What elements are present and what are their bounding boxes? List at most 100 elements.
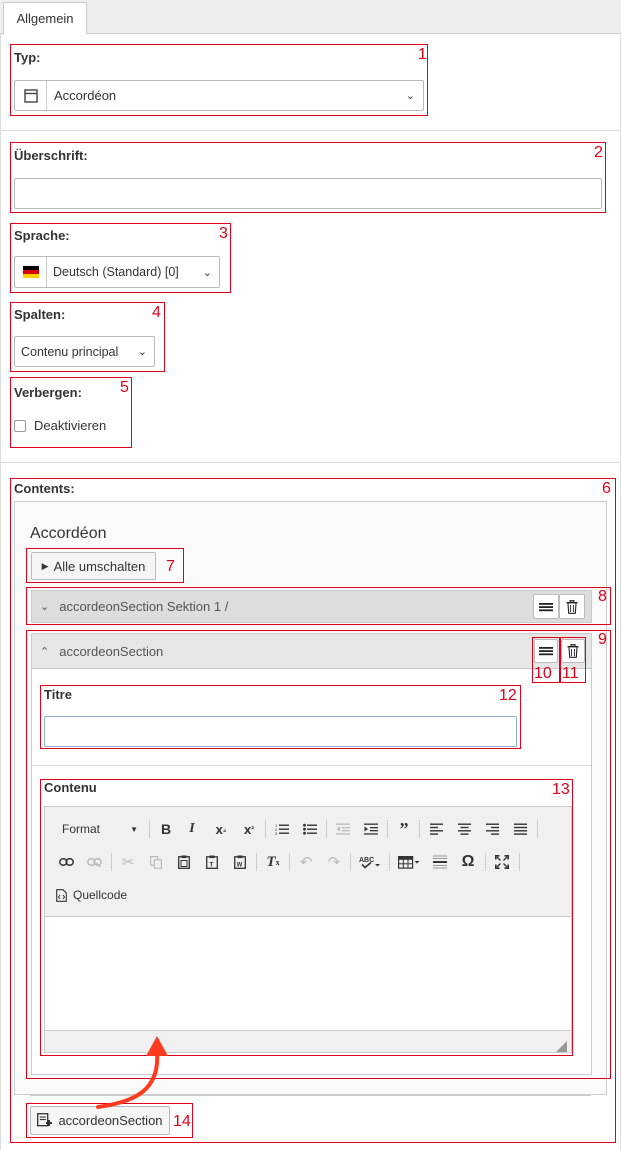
- bold-icon[interactable]: B: [155, 818, 177, 840]
- drag-handle-button[interactable]: [533, 594, 559, 619]
- toolbar-separator: [111, 853, 112, 871]
- ueberschrift-input[interactable]: [14, 178, 602, 209]
- accordion-title: Accordéon: [30, 525, 107, 542]
- chevron-down-icon: ⌄: [202, 266, 212, 279]
- trash-icon: [567, 644, 579, 658]
- annotation-arrow: [96, 1036, 168, 1109]
- toolbar-separator: [256, 853, 257, 871]
- remove-format-icon[interactable]: Tx: [262, 851, 284, 873]
- special-char-icon[interactable]: Ω: [457, 851, 479, 873]
- annotation-number-9: 9: [598, 631, 607, 648]
- subscript-icon[interactable]: x₂: [209, 818, 233, 840]
- deaktivieren-label: Deaktivieren: [34, 418, 107, 433]
- align-left-icon[interactable]: [425, 818, 447, 840]
- cut-icon[interactable]: ✂: [117, 851, 139, 873]
- delete-section-button[interactable]: [559, 594, 585, 619]
- table-icon[interactable]: [395, 851, 423, 873]
- format-dropdown[interactable]: Format ▼: [52, 816, 144, 842]
- delete-section-button[interactable]: [561, 639, 585, 663]
- sprache-select[interactable]: Deutsch (Standard) [0] ⌄: [14, 256, 220, 288]
- italic-icon[interactable]: I: [181, 818, 203, 840]
- svg-text:T: T: [209, 861, 213, 868]
- superscript-icon[interactable]: x²: [237, 818, 261, 840]
- accordion-type-icon: [15, 81, 47, 110]
- annotation-number-13: 13: [552, 781, 570, 798]
- toolbar-separator: [149, 820, 150, 838]
- unlink-icon[interactable]: [83, 851, 105, 873]
- chevron-down-icon: ⌄: [405, 90, 415, 102]
- annotation-number-8: 8: [598, 588, 607, 605]
- chevron-down-icon: ⌄: [40, 601, 50, 613]
- caret-down-icon: ▼: [130, 824, 138, 834]
- blockquote-icon[interactable]: ”: [393, 818, 415, 840]
- maximize-icon[interactable]: [491, 851, 513, 873]
- annotation-number-2: 2: [594, 144, 603, 161]
- divider: [0, 130, 621, 131]
- undo-icon[interactable]: ↶: [295, 851, 317, 873]
- typ-label: Typ:: [14, 50, 41, 65]
- ordered-list-icon[interactable]: 123: [271, 818, 293, 840]
- chevron-up-icon: ⌃: [40, 645, 50, 658]
- tab-bar: [0, 0, 621, 34]
- section-panel-2-header[interactable]: ⌃ accordeonSection: [31, 633, 592, 669]
- deaktivieren-checkbox[interactable]: [14, 420, 26, 432]
- divider: [0, 462, 621, 463]
- horizontal-rule-icon[interactable]: [429, 851, 451, 873]
- ueberschrift-label: Überschrift:: [14, 148, 88, 163]
- tab-allgemein[interactable]: Allgemein: [3, 2, 87, 35]
- typ-select[interactable]: Accordéon ⌄: [14, 80, 424, 111]
- drag-lines-icon: [539, 602, 553, 611]
- annotation-number-10: 10: [534, 665, 552, 682]
- verbergen-label: Verbergen:: [14, 385, 82, 400]
- svg-text:3: 3: [275, 831, 278, 835]
- toolbar-separator: [519, 853, 520, 871]
- trash-icon: [566, 599, 578, 614]
- spalten-select[interactable]: Contenu principal ⌄: [14, 336, 155, 367]
- align-center-icon[interactable]: [453, 818, 475, 840]
- caret-right-icon: ▶: [41, 560, 49, 571]
- indent-icon[interactable]: [360, 818, 382, 840]
- titre-label: Titre: [44, 687, 72, 702]
- align-right-icon[interactable]: [481, 818, 503, 840]
- divider: [32, 765, 591, 766]
- chevron-down-icon: ⌄: [137, 346, 147, 358]
- sprache-label: Sprache:: [14, 228, 70, 243]
- annotation-number-11: 11: [562, 665, 579, 682]
- toolbar-separator: [265, 820, 266, 838]
- titre-input[interactable]: [44, 716, 517, 747]
- spellcheck-icon[interactable]: ABC: [356, 851, 384, 873]
- toolbar-separator: [326, 820, 327, 838]
- drag-handle-button[interactable]: [534, 639, 558, 663]
- toolbar-separator: [387, 820, 388, 838]
- paste-word-icon[interactable]: W: [229, 851, 251, 873]
- annotation-number-12: 12: [499, 687, 517, 704]
- link-icon[interactable]: [55, 851, 77, 873]
- resize-handle-icon[interactable]: [556, 1040, 567, 1055]
- align-justify-icon[interactable]: [509, 818, 531, 840]
- toolbar-separator: [350, 853, 351, 871]
- redo-icon[interactable]: ↷: [323, 851, 345, 873]
- rte-content-area[interactable]: [45, 917, 571, 1030]
- toggle-all-button[interactable]: ▶ Alle umschalten: [31, 552, 156, 580]
- outdent-icon[interactable]: [332, 818, 354, 840]
- contenu-label: Contenu: [44, 780, 97, 795]
- annotation-number-7: 7: [166, 558, 175, 575]
- toolbar-separator: [485, 853, 486, 871]
- source-code-icon: [56, 888, 67, 902]
- unordered-list-icon[interactable]: [299, 818, 321, 840]
- paste-icon[interactable]: [173, 851, 195, 873]
- toolbar-separator: [419, 820, 420, 838]
- source-code-button[interactable]: Quellcode: [56, 884, 138, 906]
- german-flag-icon: [15, 257, 47, 287]
- copy-icon[interactable]: [145, 851, 167, 873]
- contents-label: Contents:: [14, 481, 75, 496]
- annotation-number-4: 4: [152, 304, 161, 321]
- annotation-number-14: 14: [173, 1113, 191, 1130]
- annotation-number-3: 3: [219, 225, 228, 242]
- drag-lines-icon: [539, 647, 553, 656]
- paste-text-icon[interactable]: T: [201, 851, 223, 873]
- section-panel-1-header[interactable]: ⌄ accordeonSection Sektion 1 /: [31, 590, 592, 623]
- toolbar-separator: [289, 853, 290, 871]
- svg-text:ABC: ABC: [359, 857, 374, 864]
- spalten-label: Spalten:: [14, 307, 66, 322]
